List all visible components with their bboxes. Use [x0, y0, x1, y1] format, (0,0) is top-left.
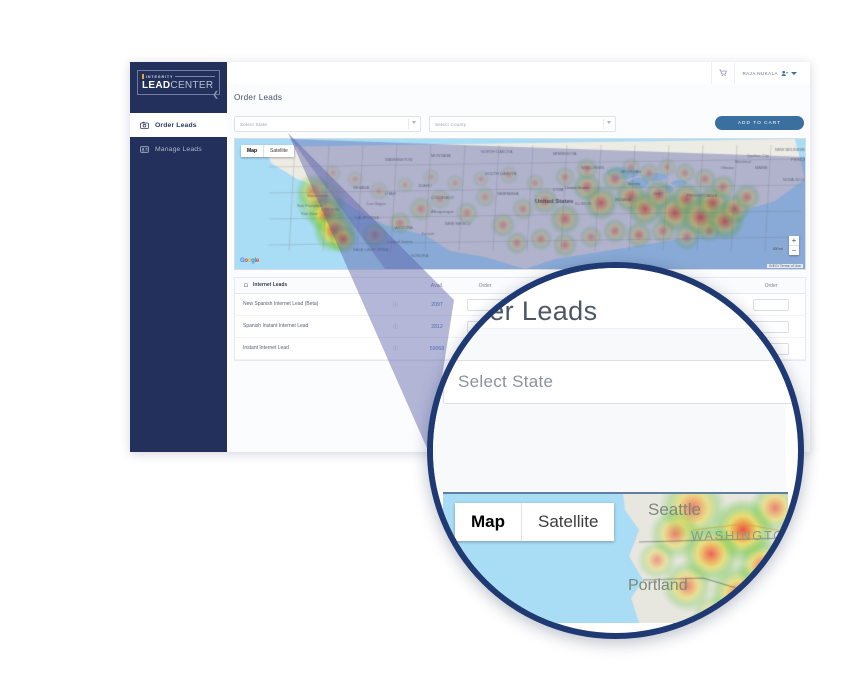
camera-tag-icon — [140, 121, 149, 129]
magnified-map-type-toggle[interactable]: Map Satellite — [455, 503, 615, 541]
logo-center-text: CENTER — [170, 80, 214, 91]
sidebar-collapse-icon[interactable]: ❮ — [212, 91, 219, 99]
page-title: Order Leads — [234, 93, 283, 102]
chevron-down-icon — [607, 121, 611, 124]
logo-accent-bar — [142, 74, 144, 79]
zoom-out-button[interactable]: − — [789, 246, 799, 255]
select-county-dropdown[interactable]: Select County — [429, 116, 616, 132]
zoom-in-button[interactable]: + — [789, 236, 799, 245]
user-menu[interactable]: RAJA NUKALA — [734, 62, 804, 84]
row-name: Spanish Instant Internet Lead — [243, 323, 309, 330]
row-name: New Spanish Internet Lead (Beta) — [243, 301, 319, 308]
sidebar-item-order-leads[interactable]: Order Leads — [130, 113, 227, 137]
select-county-placeholder: Select County — [435, 121, 467, 127]
map-toggle-map[interactable]: Map — [241, 145, 263, 157]
google-watermark: Google — [240, 258, 259, 264]
magnified-map[interactable]: Map Satellite Seattle WASHINGTON Portlan… — [443, 492, 788, 623]
info-icon[interactable]: ⓘ — [393, 301, 415, 308]
sidebar-item-label: Manage Leads — [155, 145, 202, 153]
lead-density-map[interactable]: Map Satellite Google 500 mi + − INEGI Te… — [234, 138, 806, 270]
magnifier-lens: Order Leads Select State Map Satellite S… — [427, 262, 804, 639]
cart-button[interactable] — [711, 62, 734, 84]
filter-row: Select State Select County ADD TO CART — [234, 116, 804, 132]
magnified-panel — [433, 329, 786, 492]
magnified-toggle-map[interactable]: Map — [455, 503, 521, 541]
user-name-label: RAJA NUKALA — [742, 70, 778, 76]
logo-lead-text: LEAD — [142, 80, 171, 91]
screenshot-stage: INTEGRITY LEADCENTER ❮ Order Leads Manag… — [0, 0, 856, 686]
chevron-down-icon — [412, 121, 416, 124]
add-to-cart-button[interactable]: ADD TO CART — [715, 116, 804, 130]
select-state-dropdown[interactable]: Select State — [234, 116, 421, 132]
contact-card-icon — [140, 145, 149, 153]
logo-rule — [175, 76, 215, 77]
column-header-name: Internet Leads — [243, 282, 393, 289]
select-state-placeholder: Select State — [240, 121, 268, 127]
row-name: Instant Internet Lead — [243, 345, 289, 352]
info-icon[interactable]: ⓘ — [393, 323, 415, 330]
magnified-toggle-satellite[interactable]: Satellite — [522, 503, 614, 541]
map-zoom-controls[interactable]: + − — [789, 236, 799, 255]
magnified-select-state[interactable]: Select State — [443, 360, 798, 404]
logo-integrity-text: INTEGRITY — [146, 74, 174, 79]
chevron-down-icon — [791, 71, 797, 75]
sidebar-item-manage-leads[interactable]: Manage Leads — [130, 137, 227, 161]
shopping-cart-icon — [719, 69, 728, 77]
map-type-toggle[interactable]: Map Satellite — [241, 145, 294, 157]
magnified-page-title: Order Leads — [443, 296, 598, 326]
map-toggle-satellite[interactable]: Satellite — [264, 145, 294, 157]
top-bar: RAJA NUKALA — [227, 62, 810, 85]
map-heatmap-canvas — [235, 139, 805, 269]
sidebar-item-label: Order Leads — [155, 121, 197, 129]
sidebar: INTEGRITY LEADCENTER ❮ Order Leads Manag… — [130, 62, 227, 452]
select-divider — [408, 119, 409, 129]
select-divider — [603, 119, 604, 129]
sidebar-nav: Order Leads Manage Leads — [130, 113, 227, 161]
bell-icon — [243, 282, 249, 287]
user-add-icon — [781, 70, 788, 76]
map-scale-label: 500 mi — [772, 247, 783, 251]
info-icon[interactable]: ⓘ — [393, 345, 415, 352]
magnifier-content: Order Leads Select State Map Satellite S… — [433, 268, 798, 623]
column-header-name-label: Internet Leads — [253, 282, 288, 289]
magnified-select-state-placeholder: Select State — [458, 372, 554, 391]
